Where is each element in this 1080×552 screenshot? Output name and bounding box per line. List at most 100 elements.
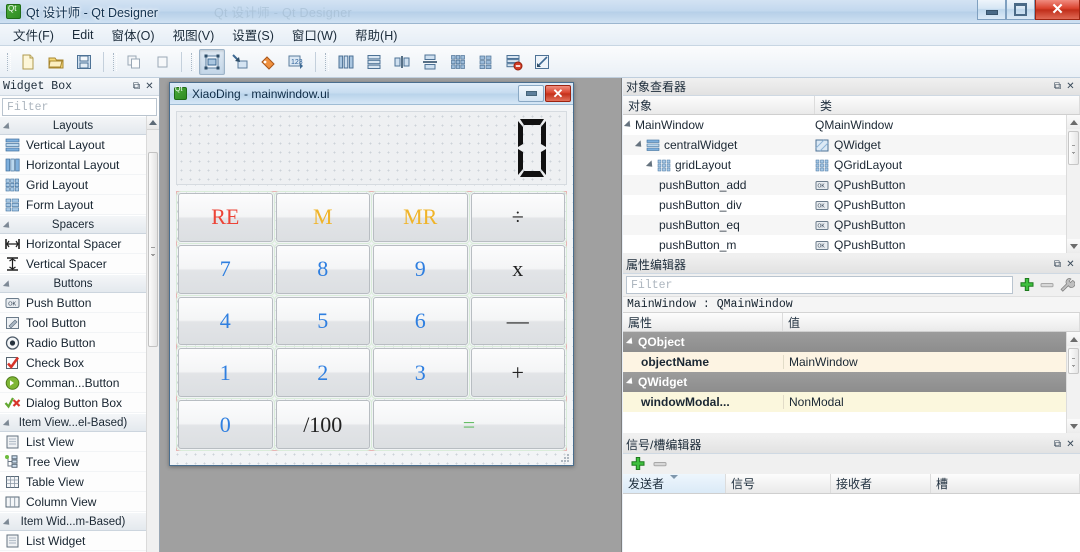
toolbar-grip[interactable] [5,51,12,73]
widget-box-group-item-views[interactable]: Item View...el-Based) [0,413,146,432]
chevron-down-icon[interactable] [625,337,636,347]
close-icon[interactable]: ✕ [143,80,156,93]
property-value[interactable]: NonModal [783,395,1066,409]
paste-icon[interactable] [149,49,175,75]
table-row[interactable]: pushButton_m OK QPushButton [623,235,1066,253]
widget-box-filter-input[interactable]: Filter [2,98,157,116]
toolbar-grip[interactable] [189,51,196,73]
toolbar-grip[interactable] [111,51,118,73]
button-sub[interactable]: — [468,294,567,348]
minimize-button[interactable] [977,0,1006,20]
float-icon[interactable]: ⧉ [130,80,143,93]
menu-form[interactable]: 窗体(O) [103,23,164,46]
break-layout-icon[interactable] [501,49,527,75]
button-7[interactable]: 7 [176,242,275,296]
float-icon[interactable]: ⧉ [1051,258,1064,271]
add-connection-icon[interactable] [627,455,649,473]
button-div[interactable]: ÷ [468,191,567,244]
table-row[interactable]: MainWindow QMainWindow [623,115,1066,135]
property-value[interactable]: MainWindow [783,355,1066,369]
property-editor-table[interactable]: 属性 值 QObject objectName MainWindow QWidg… [623,313,1080,433]
menu-help[interactable]: 帮助(H) [346,23,406,46]
button-eq[interactable]: = [371,398,567,451]
table-row[interactable]: pushButton_div OK QPushButton [623,195,1066,215]
scroll-down-arrow-icon[interactable] [1067,419,1080,433]
widget-box-group-spacers[interactable]: Spacers [0,215,146,234]
column-header-receiver[interactable]: 接收者 [831,474,931,493]
edit-tab-order-icon[interactable]: 123 [283,49,309,75]
button-re[interactable]: RE [176,191,275,244]
table-row[interactable]: pushButton_eq OK QPushButton [623,215,1066,235]
widget-item-check-box[interactable]: Check Box [0,353,146,373]
close-button[interactable]: ✕ [1035,0,1080,20]
save-form-icon[interactable] [71,49,97,75]
widget-item-list-widget[interactable]: List Widget [0,531,146,551]
object-inspector-tree[interactable]: 对象 类 MainWindow QMainWindow centralWidge… [623,96,1080,253]
button-9[interactable]: 9 [371,242,470,296]
column-header-property[interactable]: 属性 [623,313,783,331]
button-2[interactable]: 2 [273,346,372,400]
resize-grip-icon[interactable] [560,453,570,463]
button-5[interactable]: 5 [273,294,372,348]
widget-item-dialog-button-box[interactable]: Dialog Button Box [0,393,146,413]
close-icon[interactable]: ✕ [1064,80,1077,93]
scroll-up-arrow-icon[interactable] [147,116,159,130]
button-add[interactable]: + [468,346,567,400]
layout-form-icon[interactable] [473,49,499,75]
widget-item-tree-view[interactable]: Tree View [0,452,146,472]
property-group-row[interactable]: QWidget [623,372,1066,392]
scroll-down-arrow-icon[interactable] [1067,239,1080,253]
chevron-down-icon[interactable] [645,160,656,170]
column-header-sender[interactable]: 发送者 [623,474,726,493]
scroll-up-arrow-icon[interactable] [1067,332,1080,346]
button-mul[interactable]: x [468,242,567,296]
edit-widgets-icon[interactable] [199,48,225,75]
menu-window[interactable]: 窗口(W) [283,23,346,46]
button-mr[interactable]: MR [371,191,470,244]
close-icon[interactable]: ✕ [1064,258,1077,271]
property-row[interactable]: objectName MainWindow [623,352,1066,372]
scrollbar-thumb[interactable] [1068,348,1079,374]
widget-item-command-link-button[interactable]: Comman...Button [0,373,146,393]
menu-settings[interactable]: 设置(S) [223,23,283,46]
column-header-class[interactable]: 类 [815,96,1080,114]
menu-view[interactable]: 视图(V) [164,23,224,46]
scroll-up-arrow-icon[interactable] [1067,115,1080,129]
lcd-number-display[interactable] [176,111,567,185]
column-header-value[interactable]: 值 [783,313,1080,331]
layout-grid-icon[interactable] [445,49,471,75]
widget-box-scrollbar[interactable] [146,116,159,552]
object-inspector-scrollbar[interactable] [1066,115,1080,253]
widget-item-horizontal-layout[interactable]: Horizontal Layout [0,155,146,175]
column-header-signal[interactable]: 信号 [726,474,831,493]
menu-file[interactable]: 文件(F) [4,23,63,46]
widget-box-group-buttons[interactable]: Buttons [0,274,146,293]
add-property-icon[interactable] [1017,276,1037,294]
property-group-row[interactable]: QObject [623,332,1066,352]
scrollbar-thumb[interactable] [1068,131,1079,165]
form-close-button[interactable]: ✕ [545,85,571,102]
button-0[interactable]: 0 [176,398,275,451]
layout-splitter-vertical-icon[interactable] [417,49,443,75]
edit-buddies-icon[interactable] [255,49,281,75]
property-filter-input[interactable]: Filter [626,276,1013,294]
layout-splitter-horizontal-icon[interactable] [389,49,415,75]
button-3[interactable]: 3 [371,346,470,400]
configure-property-icon[interactable] [1057,276,1077,294]
remove-property-icon[interactable] [1037,276,1057,294]
scrollbar-thumb[interactable] [148,152,158,347]
signal-slot-editor-body[interactable] [623,494,1080,552]
edit-signals-slots-icon[interactable] [227,49,253,75]
table-row[interactable]: gridLayout QGridLayout [623,155,1066,175]
maximize-button[interactable] [1006,0,1035,20]
widget-item-grid-layout[interactable]: Grid Layout [0,175,146,195]
toolbar-grip[interactable] [323,51,330,73]
table-row[interactable]: pushButton_add OK QPushButton [623,175,1066,195]
layout-vertically-icon[interactable] [361,49,387,75]
widget-item-tool-button[interactable]: Tool Button [0,313,146,333]
float-icon[interactable]: ⧉ [1051,438,1064,451]
widget-item-list-view[interactable]: List View [0,432,146,452]
widget-item-radio-button[interactable]: Radio Button [0,333,146,353]
widget-item-horizontal-spacer[interactable]: Horizontal Spacer [0,234,146,254]
widget-item-vertical-layout[interactable]: Vertical Layout [0,135,146,155]
